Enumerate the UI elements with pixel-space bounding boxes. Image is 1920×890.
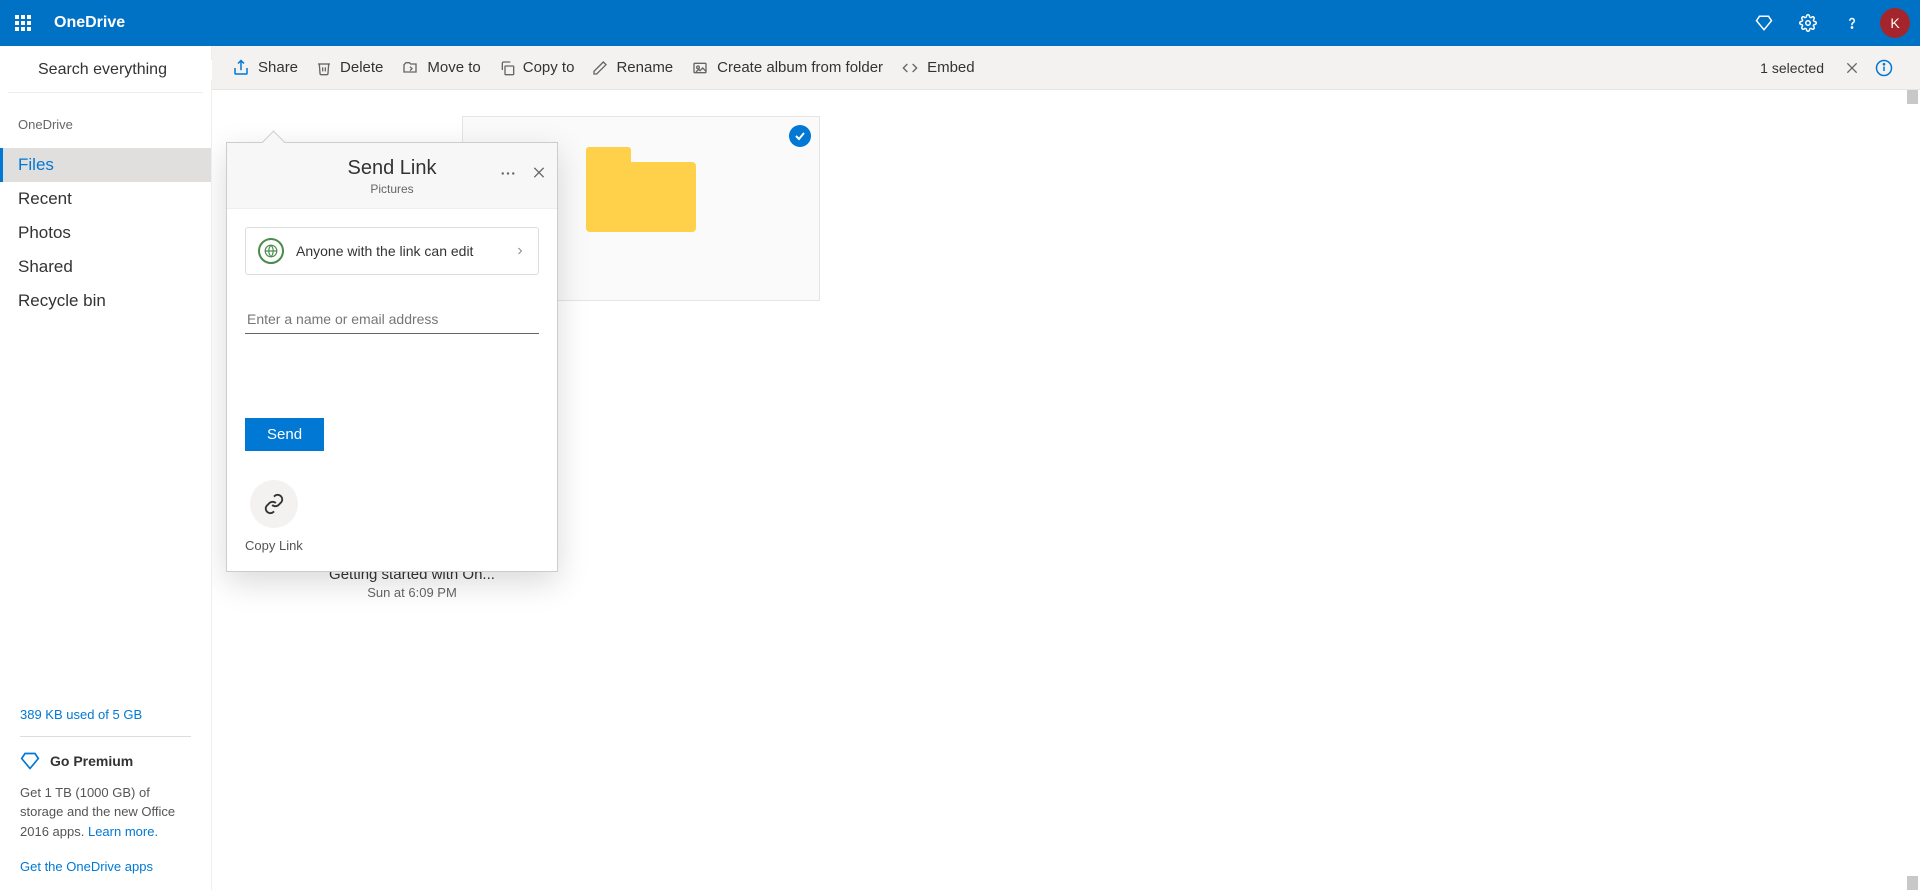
dialog-subtitle: Pictures xyxy=(243,182,541,196)
move-to-label: Move to xyxy=(427,59,480,76)
premium-icon[interactable] xyxy=(1742,0,1786,46)
search-box[interactable] xyxy=(8,46,203,93)
folder-icon xyxy=(586,147,696,232)
globe-icon xyxy=(258,238,284,264)
delete-icon xyxy=(316,60,332,76)
copy-icon xyxy=(499,59,515,77)
clear-selection-button[interactable] xyxy=(1836,52,1868,84)
copy-link-label: Copy Link xyxy=(245,538,303,553)
tile-date: Sun at 6:09 PM xyxy=(232,585,592,600)
sidebar-item-files[interactable]: Files xyxy=(0,148,211,182)
account-avatar[interactable]: K xyxy=(1880,8,1910,38)
create-album-label: Create album from folder xyxy=(717,59,883,76)
embed-label: Embed xyxy=(927,59,975,76)
learn-more-link[interactable]: Learn more. xyxy=(88,822,158,842)
suite-header: OneDrive K xyxy=(0,0,1920,46)
more-icon xyxy=(499,164,517,182)
share-icon xyxy=(232,59,250,77)
header-actions: K xyxy=(1742,0,1920,46)
breadcrumb[interactable]: OneDrive xyxy=(0,117,211,148)
send-link-dialog: Send Link Pictures xyxy=(226,142,558,572)
selection-count: 1 selected xyxy=(1760,60,1824,76)
embed-icon xyxy=(901,60,919,76)
link-icon xyxy=(263,493,285,515)
waffle-icon xyxy=(15,15,31,31)
storage-block: 389 KB used of 5 GB Go Premium Get 1 TB … xyxy=(0,707,211,890)
diamond-icon xyxy=(20,751,40,771)
copy-to-button[interactable]: Copy to xyxy=(499,59,575,77)
rename-label: Rename xyxy=(616,59,673,76)
share-label: Share xyxy=(258,59,298,76)
send-button[interactable]: Send xyxy=(245,418,324,451)
go-premium-label: Go Premium xyxy=(50,753,133,769)
sidebar-item-recyclebin[interactable]: Recycle bin xyxy=(0,284,211,318)
get-apps-link[interactable]: Get the OneDrive apps xyxy=(20,859,153,874)
dialog-close-button[interactable] xyxy=(531,164,547,187)
link-permission-selector[interactable]: Anyone with the link can edit xyxy=(245,227,539,275)
info-icon xyxy=(1875,59,1893,77)
scrollbar-up[interactable] xyxy=(1907,90,1918,104)
sidebar-item-shared[interactable]: Shared xyxy=(0,250,211,284)
premium-description: Get 1 TB (1000 GB) of storage and the ne… xyxy=(20,783,191,842)
edit-icon xyxy=(592,60,608,76)
file-grid: Getting started with On... Sun at 6:09 P… xyxy=(212,90,1920,890)
move-to-button[interactable]: Move to xyxy=(401,59,480,76)
main-area: Share Delete Move to Copy to Rename Crea… xyxy=(212,46,1920,890)
album-icon xyxy=(691,60,709,76)
sidebar-item-photos[interactable]: Photos xyxy=(0,216,211,250)
copy-to-label: Copy to xyxy=(523,59,575,76)
settings-icon[interactable] xyxy=(1786,0,1830,46)
selected-check-icon[interactable] xyxy=(789,125,811,147)
storage-usage[interactable]: 389 KB used of 5 GB xyxy=(20,707,191,722)
close-icon xyxy=(1844,60,1860,76)
help-icon[interactable] xyxy=(1830,0,1874,46)
details-pane-button[interactable] xyxy=(1868,52,1900,84)
dialog-header: Send Link Pictures xyxy=(227,143,557,209)
app-launcher-button[interactable] xyxy=(0,0,46,46)
dialog-title: Send Link xyxy=(243,157,541,180)
copy-link-button[interactable]: Copy Link xyxy=(245,480,303,553)
chevron-right-icon xyxy=(514,245,526,257)
dialog-more-button[interactable] xyxy=(499,164,517,187)
delete-label: Delete xyxy=(340,59,383,76)
move-icon xyxy=(401,60,419,76)
permission-label: Anyone with the link can edit xyxy=(296,243,502,259)
close-icon xyxy=(531,164,547,180)
embed-button[interactable]: Embed xyxy=(901,59,975,76)
create-album-button[interactable]: Create album from folder xyxy=(691,59,883,76)
sidebar-nav: OneDrive Files Recent Photos Shared Recy… xyxy=(0,93,211,318)
go-premium-row[interactable]: Go Premium xyxy=(20,751,191,771)
sidebar-item-recent[interactable]: Recent xyxy=(0,182,211,216)
recipient-input[interactable]: Enter a name or email address xyxy=(245,285,539,334)
share-button[interactable]: Share xyxy=(232,59,298,77)
rename-button[interactable]: Rename xyxy=(592,59,673,76)
app-name: OneDrive xyxy=(46,14,125,32)
delete-button[interactable]: Delete xyxy=(316,59,383,76)
command-bar: Share Delete Move to Copy to Rename Crea… xyxy=(212,46,1920,90)
scrollbar-down[interactable] xyxy=(1907,876,1918,890)
sidebar: OneDrive Files Recent Photos Shared Recy… xyxy=(0,46,212,890)
